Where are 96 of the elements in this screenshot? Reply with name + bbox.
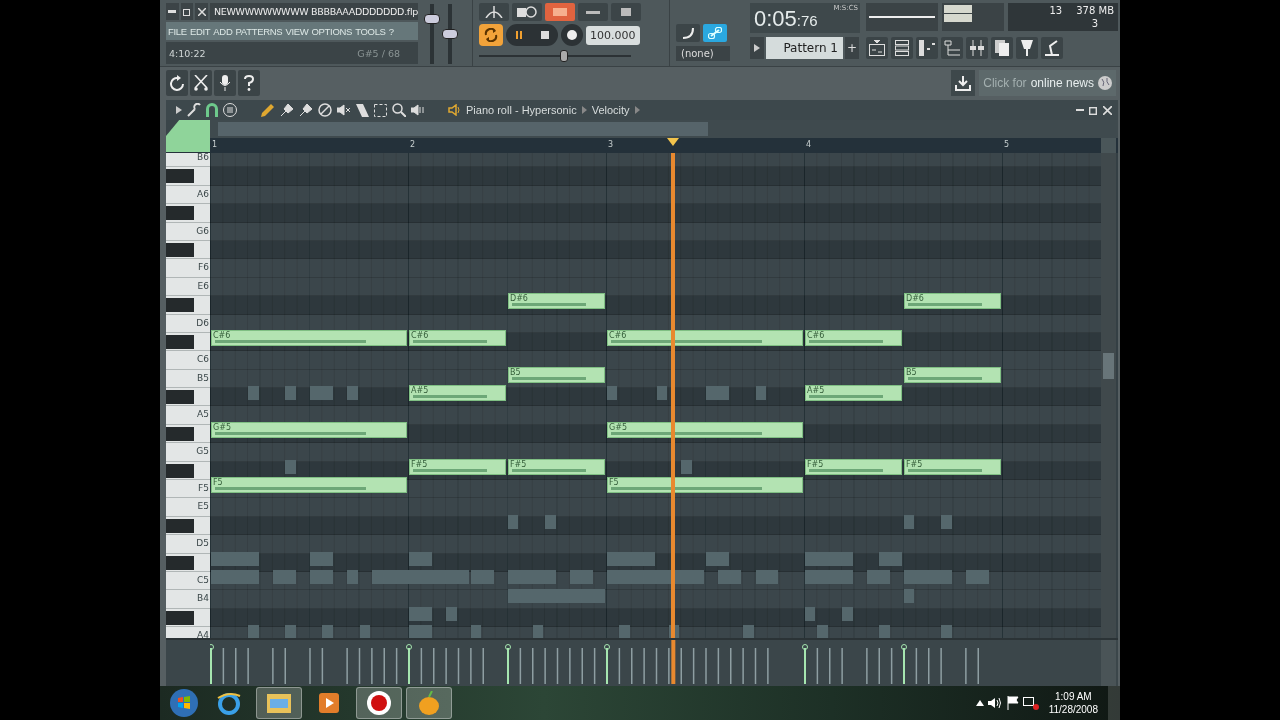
key-label: G6 <box>196 225 209 237</box>
key-label: B4 <box>197 593 209 605</box>
piano-key[interactable]: A5 <box>166 406 210 425</box>
note[interactable]: C#6 <box>211 330 407 346</box>
cpu-reading: 13 <box>1049 4 1063 17</box>
project-file-name: NEWWWWWWWWW BBBBAAADDDDDDD.flp <box>209 3 418 20</box>
key-label: C6 <box>197 354 209 366</box>
bar-number: 2 <box>410 140 416 149</box>
bar-number: 4 <box>806 140 812 149</box>
key-label: G5 <box>196 446 209 458</box>
target-selector[interactable]: Velocity <box>591 104 630 116</box>
bar-number: 1 <box>212 140 218 149</box>
key-label: E5 <box>197 501 209 513</box>
piano-key[interactable]: E5 <box>166 498 210 517</box>
key-label: D6 <box>196 317 209 329</box>
add-pattern-button[interactable]: + <box>845 37 859 59</box>
news-link[interactable]: online news <box>1030 76 1094 91</box>
note-label: F5 <box>609 478 619 488</box>
clock-time: 1:09 AM <box>1055 690 1092 703</box>
note[interactable]: F#5 <box>508 458 605 475</box>
note-label: F5 <box>213 478 223 488</box>
piano-key[interactable]: D5 <box>166 535 210 554</box>
key-label: B5 <box>197 372 209 384</box>
piano-key[interactable]: B6 <box>166 153 210 168</box>
note-label: D#6 <box>906 294 924 304</box>
piano-key[interactable]: C6 <box>166 351 210 370</box>
key-label: F6 <box>198 262 209 274</box>
menu-item[interactable]: TOOLS <box>355 25 386 37</box>
piano-key[interactable]: F6 <box>166 259 210 278</box>
note[interactable]: C#6 <box>607 330 803 346</box>
note[interactable]: A#5 <box>409 385 506 402</box>
note-label: C#6 <box>609 331 627 340</box>
note-label: G#5 <box>609 423 627 432</box>
taskbar-clock[interactable]: 1:09 AM 11/28/2008 <box>1042 690 1104 716</box>
polyphony-reading: 3 <box>1091 17 1099 30</box>
note[interactable]: A#5 <box>805 385 902 402</box>
note[interactable]: F#5 <box>904 458 1001 475</box>
piano-key[interactable]: G5 <box>166 443 210 462</box>
note[interactable]: B5 <box>904 366 1001 383</box>
key-label: D5 <box>196 538 209 550</box>
note[interactable]: F#5 <box>805 458 902 475</box>
note-label: A#5 <box>807 386 825 396</box>
note-label: C#6 <box>213 331 231 340</box>
time-centiseconds: :76 <box>796 11 818 31</box>
note-label: B5 <box>510 367 521 377</box>
key-label: A5 <box>197 409 209 421</box>
key-label: A4 <box>197 630 209 638</box>
menu-item[interactable]: EDIT <box>189 25 211 37</box>
time-value: 0:05 <box>754 5 797 33</box>
note-label: F#5 <box>510 459 527 469</box>
note[interactable]: F#5 <box>409 458 506 475</box>
bar-number: 5 <box>1004 140 1010 149</box>
piano-key[interactable]: A4 <box>166 627 210 638</box>
note[interactable]: C#6 <box>805 330 902 346</box>
tempo-display[interactable]: 100.000 <box>586 25 640 45</box>
note[interactable]: D#6 <box>904 293 1001 310</box>
note[interactable]: D#6 <box>508 293 605 310</box>
pattern-selector[interactable]: Pattern 1 <box>766 37 843 59</box>
note-label: F#5 <box>807 459 824 469</box>
note-label: A#5 <box>411 386 429 396</box>
clock-date: 11/28/2008 <box>1048 703 1098 716</box>
note[interactable]: F5 <box>211 477 407 494</box>
menu-item[interactable]: ? <box>388 25 394 37</box>
menu-item[interactable]: PATTERNS <box>235 25 283 37</box>
key-label: F5 <box>198 483 209 495</box>
piano-key[interactable]: B4 <box>166 590 210 609</box>
note[interactable]: F5 <box>607 477 803 494</box>
note-label: B5 <box>906 367 917 377</box>
note-grid[interactable]: D#6 D#6 C#6 C#6 C#6 C#6 B5 B5 A#5 A#5 G#5 G#5 F#5 F#5 F#5 F#5 F5 F5 <box>210 153 1101 638</box>
hint-time: 4:10:22 <box>169 47 206 59</box>
key-label: C5 <box>197 575 209 586</box>
note-label: C#6 <box>411 331 429 340</box>
note[interactable]: G#5 <box>607 422 803 438</box>
bar-number: 3 <box>608 140 614 149</box>
note-label: C#6 <box>807 331 825 340</box>
online-news-button[interactable]: Click for online news <box>979 70 1116 97</box>
news-prefix: Click for <box>983 76 1027 91</box>
note-label: F#5 <box>906 459 923 469</box>
note[interactable]: G#5 <box>211 422 407 438</box>
note[interactable]: C#6 <box>409 330 506 346</box>
channel-dropdown[interactable]: (none) <box>676 46 730 61</box>
piano-key[interactable]: F5 <box>166 480 210 499</box>
menu-item[interactable]: FILE <box>168 25 187 37</box>
menu-item[interactable]: VIEW <box>285 25 309 37</box>
key-label: A6 <box>197 188 209 200</box>
menu-item[interactable]: ADD <box>213 25 233 37</box>
key-label: B6 <box>197 153 209 163</box>
hint-note: G#5 / 68 <box>357 47 400 59</box>
key-label: E6 <box>197 280 209 292</box>
piano-roll-title: Piano roll - Hypersonic <box>466 104 577 116</box>
note-label: D#6 <box>510 294 528 304</box>
note-label: F#5 <box>411 459 428 469</box>
note[interactable]: B5 <box>508 366 605 383</box>
memory-reading: 378 MB <box>1076 4 1114 17</box>
note-label: G#5 <box>213 423 231 432</box>
menu-item[interactable]: OPTIONS <box>311 25 353 37</box>
